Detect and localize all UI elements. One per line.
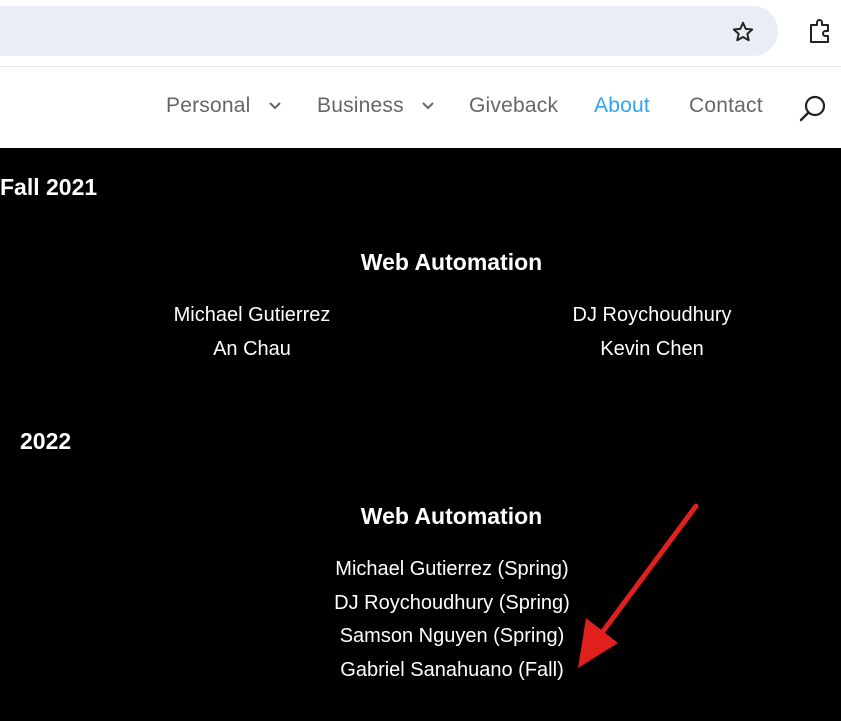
search-icon[interactable] <box>797 93 829 125</box>
member-name: An Chau <box>213 338 291 360</box>
nav-contact[interactable]: Contact <box>689 94 763 118</box>
nav-contact-label: Contact <box>689 94 763 117</box>
nav-business[interactable]: Business <box>317 94 434 118</box>
chevron-down-icon <box>422 102 434 110</box>
team-history-content: Fall 2021 Web Automation Michael Gutierr… <box>0 148 841 721</box>
group-title: Web Automation <box>360 249 543 275</box>
site-header: Personal Business Giveback About Contact <box>0 67 841 148</box>
browser-toolbar <box>0 0 841 67</box>
chevron-down-icon <box>268 102 281 110</box>
red-arrow-annotation <box>578 503 699 668</box>
nav-giveback[interactable]: Giveback <box>469 94 558 118</box>
member-name: DJ Roychoudhury <box>572 304 732 326</box>
group-title: Web Automation <box>360 503 543 529</box>
nav-business-label: Business <box>317 94 404 117</box>
address-bar[interactable] <box>0 6 778 56</box>
nav-about-label: About <box>594 94 650 117</box>
section-year: Fall 2021 <box>0 174 98 200</box>
extensions-icon[interactable] <box>805 16 835 46</box>
member-name: Michael Gutierrez <box>173 304 331 326</box>
nav-giveback-label: Giveback <box>469 94 559 117</box>
member-name: Kevin Chen <box>600 338 704 360</box>
star-icon[interactable] <box>730 19 756 45</box>
section-year: 2022 <box>20 428 72 454</box>
nav-personal-label: Personal <box>166 94 251 117</box>
nav-about[interactable]: About <box>594 94 650 118</box>
nav-personal[interactable]: Personal <box>166 94 281 118</box>
